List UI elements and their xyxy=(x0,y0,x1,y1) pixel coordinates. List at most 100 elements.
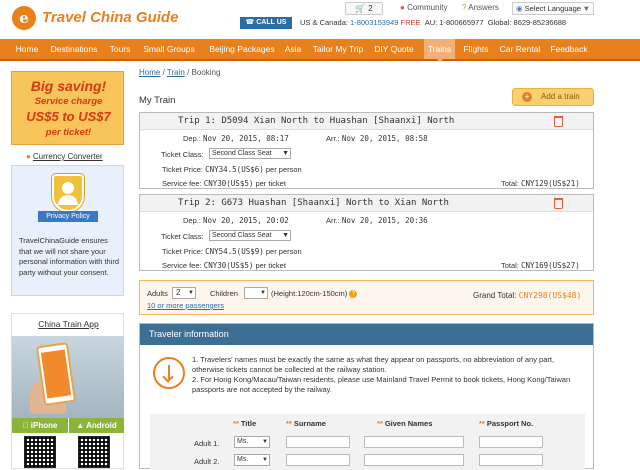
trip-header: Trip 2: G673 Huashan [Shaanxi] North to … xyxy=(140,195,593,212)
grand-total-value: CNY298(US$48) xyxy=(518,291,582,300)
trash-icon[interactable] xyxy=(554,198,563,209)
nav-tailor-my-trip[interactable]: Tailor My Trip xyxy=(310,39,366,59)
total-value: CNY129(US$21) xyxy=(521,179,580,188)
chevron-down-icon: ▼ xyxy=(262,439,268,445)
note-item: 2. For Hong Kong/Macau/Taiwan residents,… xyxy=(192,375,571,394)
help-icon[interactable]: ? xyxy=(349,290,358,299)
nav-destinations[interactable]: Destinations xyxy=(47,39,101,59)
title-select[interactable]: Ms. ▼ xyxy=(234,436,270,448)
price-value: CNY54.5(US$9) xyxy=(205,247,264,256)
iphone-label: iPhone xyxy=(26,421,58,430)
adults-value: 2 xyxy=(176,288,181,297)
children-select[interactable]: ▼ xyxy=(244,287,268,299)
total-value: CNY169(US$27) xyxy=(521,261,580,270)
adults-select[interactable]: 2 ▼ xyxy=(172,287,196,299)
add-train-label: Add a train xyxy=(541,92,580,101)
passenger-count-panel: Adults 2 ▼ Children ▼ (Height:120cm-150cm… xyxy=(139,280,594,315)
iphone-qr-code xyxy=(24,436,56,468)
breadcrumb-train[interactable]: Train xyxy=(167,68,185,77)
add-train-button[interactable]: + Add a train xyxy=(512,88,594,106)
title-value: Ms. xyxy=(237,456,249,463)
departure: Dep.: Nov 20, 2015, 20:02 xyxy=(183,216,289,225)
android-download-button[interactable]: ▲ Android xyxy=(69,418,124,433)
call-us-badge: ☎ CALL US xyxy=(240,17,292,29)
logo-text: Travel China Guide xyxy=(42,9,179,26)
nav-car-rental[interactable]: Car Rental xyxy=(498,39,542,59)
traveler-info-panel: Traveler information 1. Travelers' names… xyxy=(139,323,594,470)
currency-converter-link[interactable]: ● Currency Converter xyxy=(26,152,103,161)
arrow-down-icon xyxy=(153,357,185,389)
plus-icon: + xyxy=(522,92,532,102)
answers-link[interactable]: ? Answers xyxy=(462,3,499,12)
ticket-class-select[interactable]: Second Class Seat ▼ xyxy=(209,230,291,241)
privacy-text: TravelChinaGuide ensures that we will no… xyxy=(19,236,120,277)
chevron-down-icon: ▼ xyxy=(262,457,268,463)
breadcrumb-sep: / xyxy=(162,68,165,77)
trip-title: Trip 1: D5094 Xian North to Huashan [Sha… xyxy=(178,116,455,126)
given-names-input[interactable] xyxy=(364,436,464,448)
fee-value: CNY30(US$5) xyxy=(203,261,254,270)
language-select[interactable]: ◉ Select Language ▼ xyxy=(512,2,594,15)
nav-flights[interactable]: Flights xyxy=(459,39,493,59)
nav-feedback[interactable]: Feedback xyxy=(548,39,590,59)
community-label: Community xyxy=(407,3,448,12)
nav-trains[interactable]: Trains xyxy=(424,39,455,62)
android-icon: ▲ xyxy=(76,421,85,430)
trash-icon[interactable] xyxy=(554,116,563,127)
passport-input[interactable] xyxy=(479,454,543,466)
note-item: 1. Travelers' names must be exactly the … xyxy=(192,355,555,374)
train-app-title[interactable]: China Train App xyxy=(12,319,125,329)
privacy-policy-link[interactable]: Privacy Policy xyxy=(38,211,98,222)
dep-label: Dep.: xyxy=(183,216,201,225)
breadcrumb-sep: / xyxy=(187,68,190,77)
privacy-policy-card: Privacy Policy TravelChinaGuide ensures … xyxy=(11,165,124,296)
col-given-names: ** Given Names xyxy=(377,419,433,428)
trip-title: Trip 2: G673 Huashan [Shaanxi] North to … xyxy=(178,198,449,208)
trip-total: Total: CNY129(US$21) xyxy=(501,179,580,188)
cart-count: 2 xyxy=(368,4,373,13)
given-names-input[interactable] xyxy=(364,454,464,466)
nav-asia[interactable]: Asia xyxy=(281,39,305,59)
site-header: e Travel China Guide 🛒 2 ● Community ? An… xyxy=(0,0,640,39)
contact-numbers: US & Canada: 1-8003153949 FREE AU: 1-800… xyxy=(300,18,566,27)
row-label: Adult 2. xyxy=(194,457,220,466)
site-logo[interactable]: e Travel China Guide xyxy=(12,4,182,34)
grand-total: Grand Total: CNY298(US$48) xyxy=(473,291,581,300)
trip-card: Trip 2: G673 Huashan [Shaanxi] North to … xyxy=(139,194,594,271)
passport-input[interactable] xyxy=(479,436,543,448)
ticket-class-select[interactable]: Second Class Seat ▼ xyxy=(209,148,291,159)
per-person: per person xyxy=(265,165,302,174)
service-charge-promo[interactable]: Big saving! Service charge US$5 to US$7 … xyxy=(11,71,124,145)
height-note: (Height:120cm-150cm) ? xyxy=(271,289,358,299)
nav-beijing-packages[interactable]: Beijing Packages xyxy=(206,39,278,59)
nav-small-groups[interactable]: Small Groups xyxy=(140,39,198,59)
nav-home[interactable]: Home xyxy=(8,39,46,59)
android-qr-code xyxy=(78,436,110,468)
cart-button[interactable]: 🛒 2 xyxy=(345,2,383,15)
nav-diy-quote[interactable]: DIY Quote xyxy=(371,39,417,59)
contact-us-phone[interactable]: 1-8003153949 xyxy=(350,18,398,27)
fee-label: Service fee: xyxy=(162,179,202,188)
promo-line-3: US$5 to US$7 xyxy=(26,109,111,124)
arr-value: Nov 20, 2015, 20:36 xyxy=(341,216,428,225)
community-link[interactable]: ● Community xyxy=(400,3,448,12)
surname-input[interactable] xyxy=(286,454,350,466)
breadcrumb-home[interactable]: Home xyxy=(139,68,160,77)
android-label: Android xyxy=(86,421,117,430)
language-label: Select Language xyxy=(524,4,581,13)
arrival: Arr.: Nov 20, 2015, 08:58 xyxy=(326,134,428,143)
nav-tours[interactable]: Tours xyxy=(104,39,136,59)
departure: Dep.: Nov 20, 2015, 08:17 xyxy=(183,134,289,143)
iphone-download-button[interactable]:  iPhone xyxy=(12,418,68,433)
answers-label: Answers xyxy=(468,3,499,12)
surname-input[interactable] xyxy=(286,436,350,448)
more-passengers-link[interactable]: 10 or more passengers xyxy=(147,301,224,310)
promo-line-2: Service charge xyxy=(34,96,103,107)
arr-value: Nov 20, 2015, 08:58 xyxy=(341,134,428,143)
call-us-label: CALL US xyxy=(256,19,287,26)
traveler-form-table: ** Title ** Surname ** Given Names ** Passpo… xyxy=(150,414,585,470)
title-select[interactable]: Ms. ▼ xyxy=(234,454,270,466)
question-icon: ? xyxy=(462,3,467,12)
arr-label: Arr.: xyxy=(326,216,340,225)
ticket-price: Ticket Price: CNY54.5(US$9) per person xyxy=(162,247,302,256)
